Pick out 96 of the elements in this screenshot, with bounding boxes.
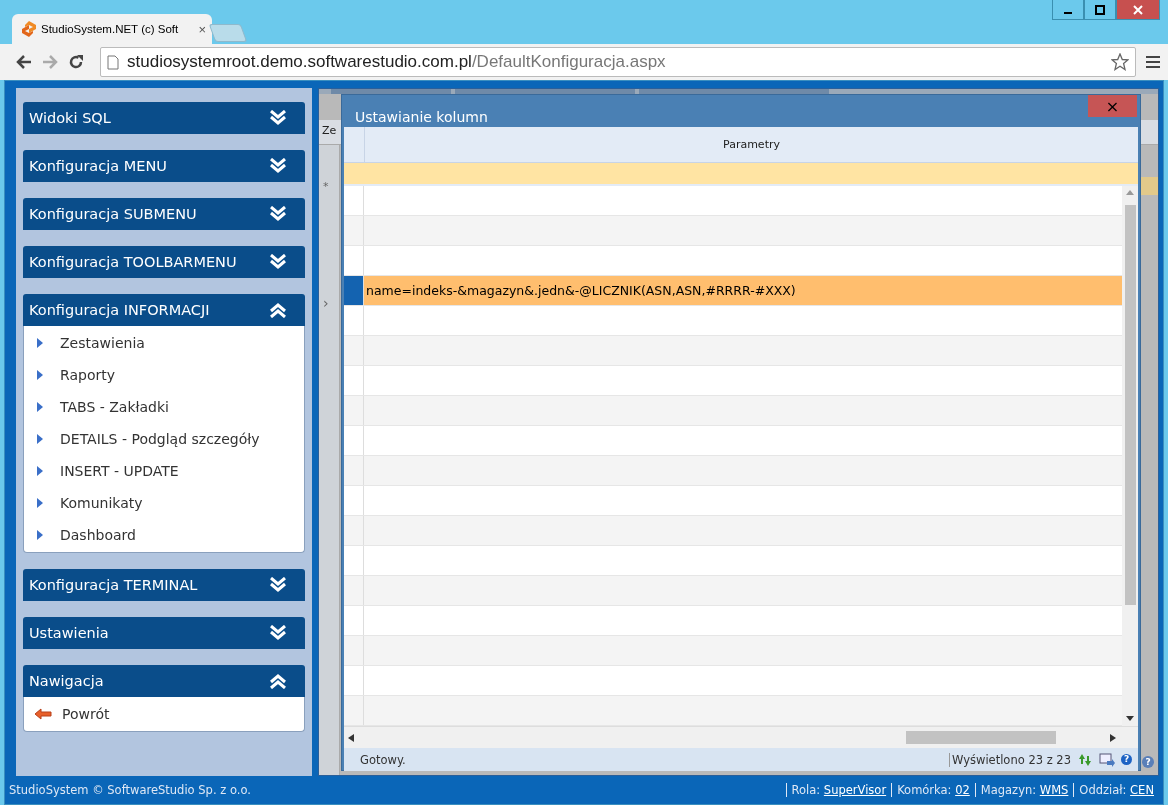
arrow-left-icon — [34, 708, 52, 720]
table-row[interactable] — [344, 245, 1122, 276]
collapse-icon[interactable] — [269, 302, 287, 318]
star-icon[interactable] — [1111, 53, 1129, 71]
table-row[interactable] — [344, 185, 1122, 216]
scroll-left-icon[interactable] — [348, 733, 354, 742]
browser-tab[interactable]: StudioSystem.NET (c) Soft × — [12, 14, 212, 44]
menu-item[interactable]: DETAILS - Podgląd szczegóły — [24, 423, 304, 455]
help-icon[interactable]: ? — [1142, 756, 1154, 768]
expand-icon[interactable] — [269, 254, 287, 270]
menu-icon[interactable] — [1146, 55, 1160, 69]
field-label: Oddział: — [1079, 783, 1128, 797]
panel-header[interactable]: Konfiguracja TERMINAL — [23, 569, 305, 601]
close-icon — [1133, 4, 1143, 15]
menu-item[interactable]: Komunikaty — [24, 487, 304, 519]
table-row[interactable] — [344, 515, 1122, 546]
field-link[interactable]: SuperVisor — [823, 783, 887, 797]
table-row[interactable] — [344, 365, 1122, 396]
panel-header[interactable]: Konfiguracja TOOLBARMENU — [23, 246, 305, 278]
scroll-right-icon[interactable] — [1110, 733, 1116, 742]
panel-header[interactable]: Nawigacja — [23, 665, 305, 697]
table-row[interactable] — [344, 635, 1122, 666]
help-icon[interactable]: ? — [1121, 754, 1132, 766]
table-row[interactable] — [344, 395, 1122, 426]
triangle-icon — [36, 433, 44, 445]
panel-header[interactable]: Konfiguracja INFORMACJI — [23, 294, 305, 326]
tab-title: StudioSystem.NET (c) Soft — [41, 23, 180, 35]
expand-button[interactable]: › — [323, 295, 329, 311]
panel-header[interactable]: Konfiguracja SUBMENU — [23, 198, 305, 230]
field-link[interactable]: WMS — [1039, 783, 1069, 797]
table-row[interactable] — [344, 425, 1122, 456]
table-row[interactable] — [344, 545, 1122, 576]
close-tab-button[interactable]: × — [198, 21, 206, 37]
status-text: Gotowy. — [360, 752, 407, 767]
panel-header[interactable]: Konfiguracja MENU — [23, 150, 305, 182]
column-header: Ze — [322, 124, 337, 137]
table-row[interactable] — [344, 215, 1122, 246]
refresh-icon[interactable] — [1077, 752, 1093, 767]
minimize-button[interactable] — [1052, 0, 1084, 20]
menu-item[interactable]: INSERT - UPDATE — [24, 455, 304, 487]
forward-icon[interactable] — [42, 55, 58, 69]
table-row[interactable] — [344, 335, 1122, 366]
url-text: studiosystemroot.demo.softwarestudio.com.pl/DefaultKonfiguracja.aspx — [127, 52, 666, 72]
minimize-icon — [1064, 11, 1072, 14]
close-button[interactable]: × — [1088, 95, 1137, 117]
collapse-icon[interactable] — [269, 673, 287, 689]
scroll-down-icon[interactable] — [1126, 715, 1134, 722]
triangle-icon — [36, 465, 44, 477]
field-label: Rola: — [791, 783, 822, 797]
vertical-scrollbar[interactable] — [1122, 185, 1138, 726]
scroll-up-icon[interactable] — [1126, 188, 1134, 195]
copyright-text: StudioSystem © SoftwareStudio Sp. z o.o. — [9, 783, 252, 797]
menu-item[interactable]: Dashboard — [24, 519, 304, 551]
expand-icon[interactable] — [269, 206, 287, 222]
export-icon[interactable] — [1099, 752, 1115, 767]
table-cell-text: name=indeks-&magazyn&.jedn&-@LICZNIK(ASN,ASN,#RRRR-#XXX) — [365, 281, 797, 300]
table-row[interactable] — [344, 455, 1122, 486]
expand-icon[interactable] — [269, 577, 287, 593]
field-link[interactable]: 02 — [955, 783, 970, 797]
expand-icon[interactable] — [269, 110, 287, 126]
back-icon[interactable] — [16, 55, 32, 69]
field-label: Magazyn: — [980, 783, 1038, 797]
triangle-icon — [36, 369, 44, 381]
maximize-icon — [1095, 4, 1105, 15]
record-count: Wyświetlono 23 z 23 — [949, 752, 1071, 767]
address-bar[interactable]: studiosystemroot.demo.softwarestudio.com.pl/DefaultKonfiguracja.aspx — [100, 47, 1136, 77]
table-row[interactable] — [344, 485, 1122, 516]
horizontal-scrollbar[interactable] — [344, 725, 1138, 749]
triangle-icon — [36, 337, 44, 349]
maximize-button[interactable] — [1084, 0, 1116, 20]
table-row[interactable]: name=indeks-&magazyn&.jedn&-@LICZNIK(ASN,ASN,#RRRR-#XXX) — [344, 275, 1122, 306]
table-row[interactable] — [344, 605, 1122, 636]
row-marker: * — [323, 180, 329, 193]
menu-item[interactable]: Zestawienia — [24, 327, 304, 359]
new-tab-button[interactable] — [208, 24, 248, 42]
close-window-button[interactable] — [1116, 0, 1160, 20]
table-row[interactable] — [344, 305, 1122, 336]
dialog-title: Ustawianie kolumn — [355, 109, 489, 125]
field-label: Komórka: — [897, 783, 953, 797]
field-link[interactable]: CEN — [1130, 783, 1154, 797]
panel-header[interactable]: Ustawienia — [23, 617, 305, 649]
triangle-icon — [36, 401, 44, 413]
expand-icon[interactable] — [269, 158, 287, 174]
expand-icon[interactable] — [269, 625, 287, 641]
menu-item[interactable]: Powrót — [24, 698, 304, 730]
menu-item[interactable]: Raporty — [24, 359, 304, 391]
menu-item[interactable]: TABS - Zakładki — [24, 391, 304, 423]
table-row[interactable] — [344, 665, 1122, 696]
triangle-icon — [36, 529, 44, 541]
table-row[interactable] — [344, 575, 1122, 606]
panel-header[interactable]: Widoki SQL — [23, 102, 305, 134]
page-icon — [107, 54, 119, 70]
filter-row[interactable] — [344, 163, 1138, 186]
triangle-icon — [36, 497, 44, 509]
logo-icon — [22, 21, 36, 37]
reload-icon[interactable] — [68, 54, 84, 70]
